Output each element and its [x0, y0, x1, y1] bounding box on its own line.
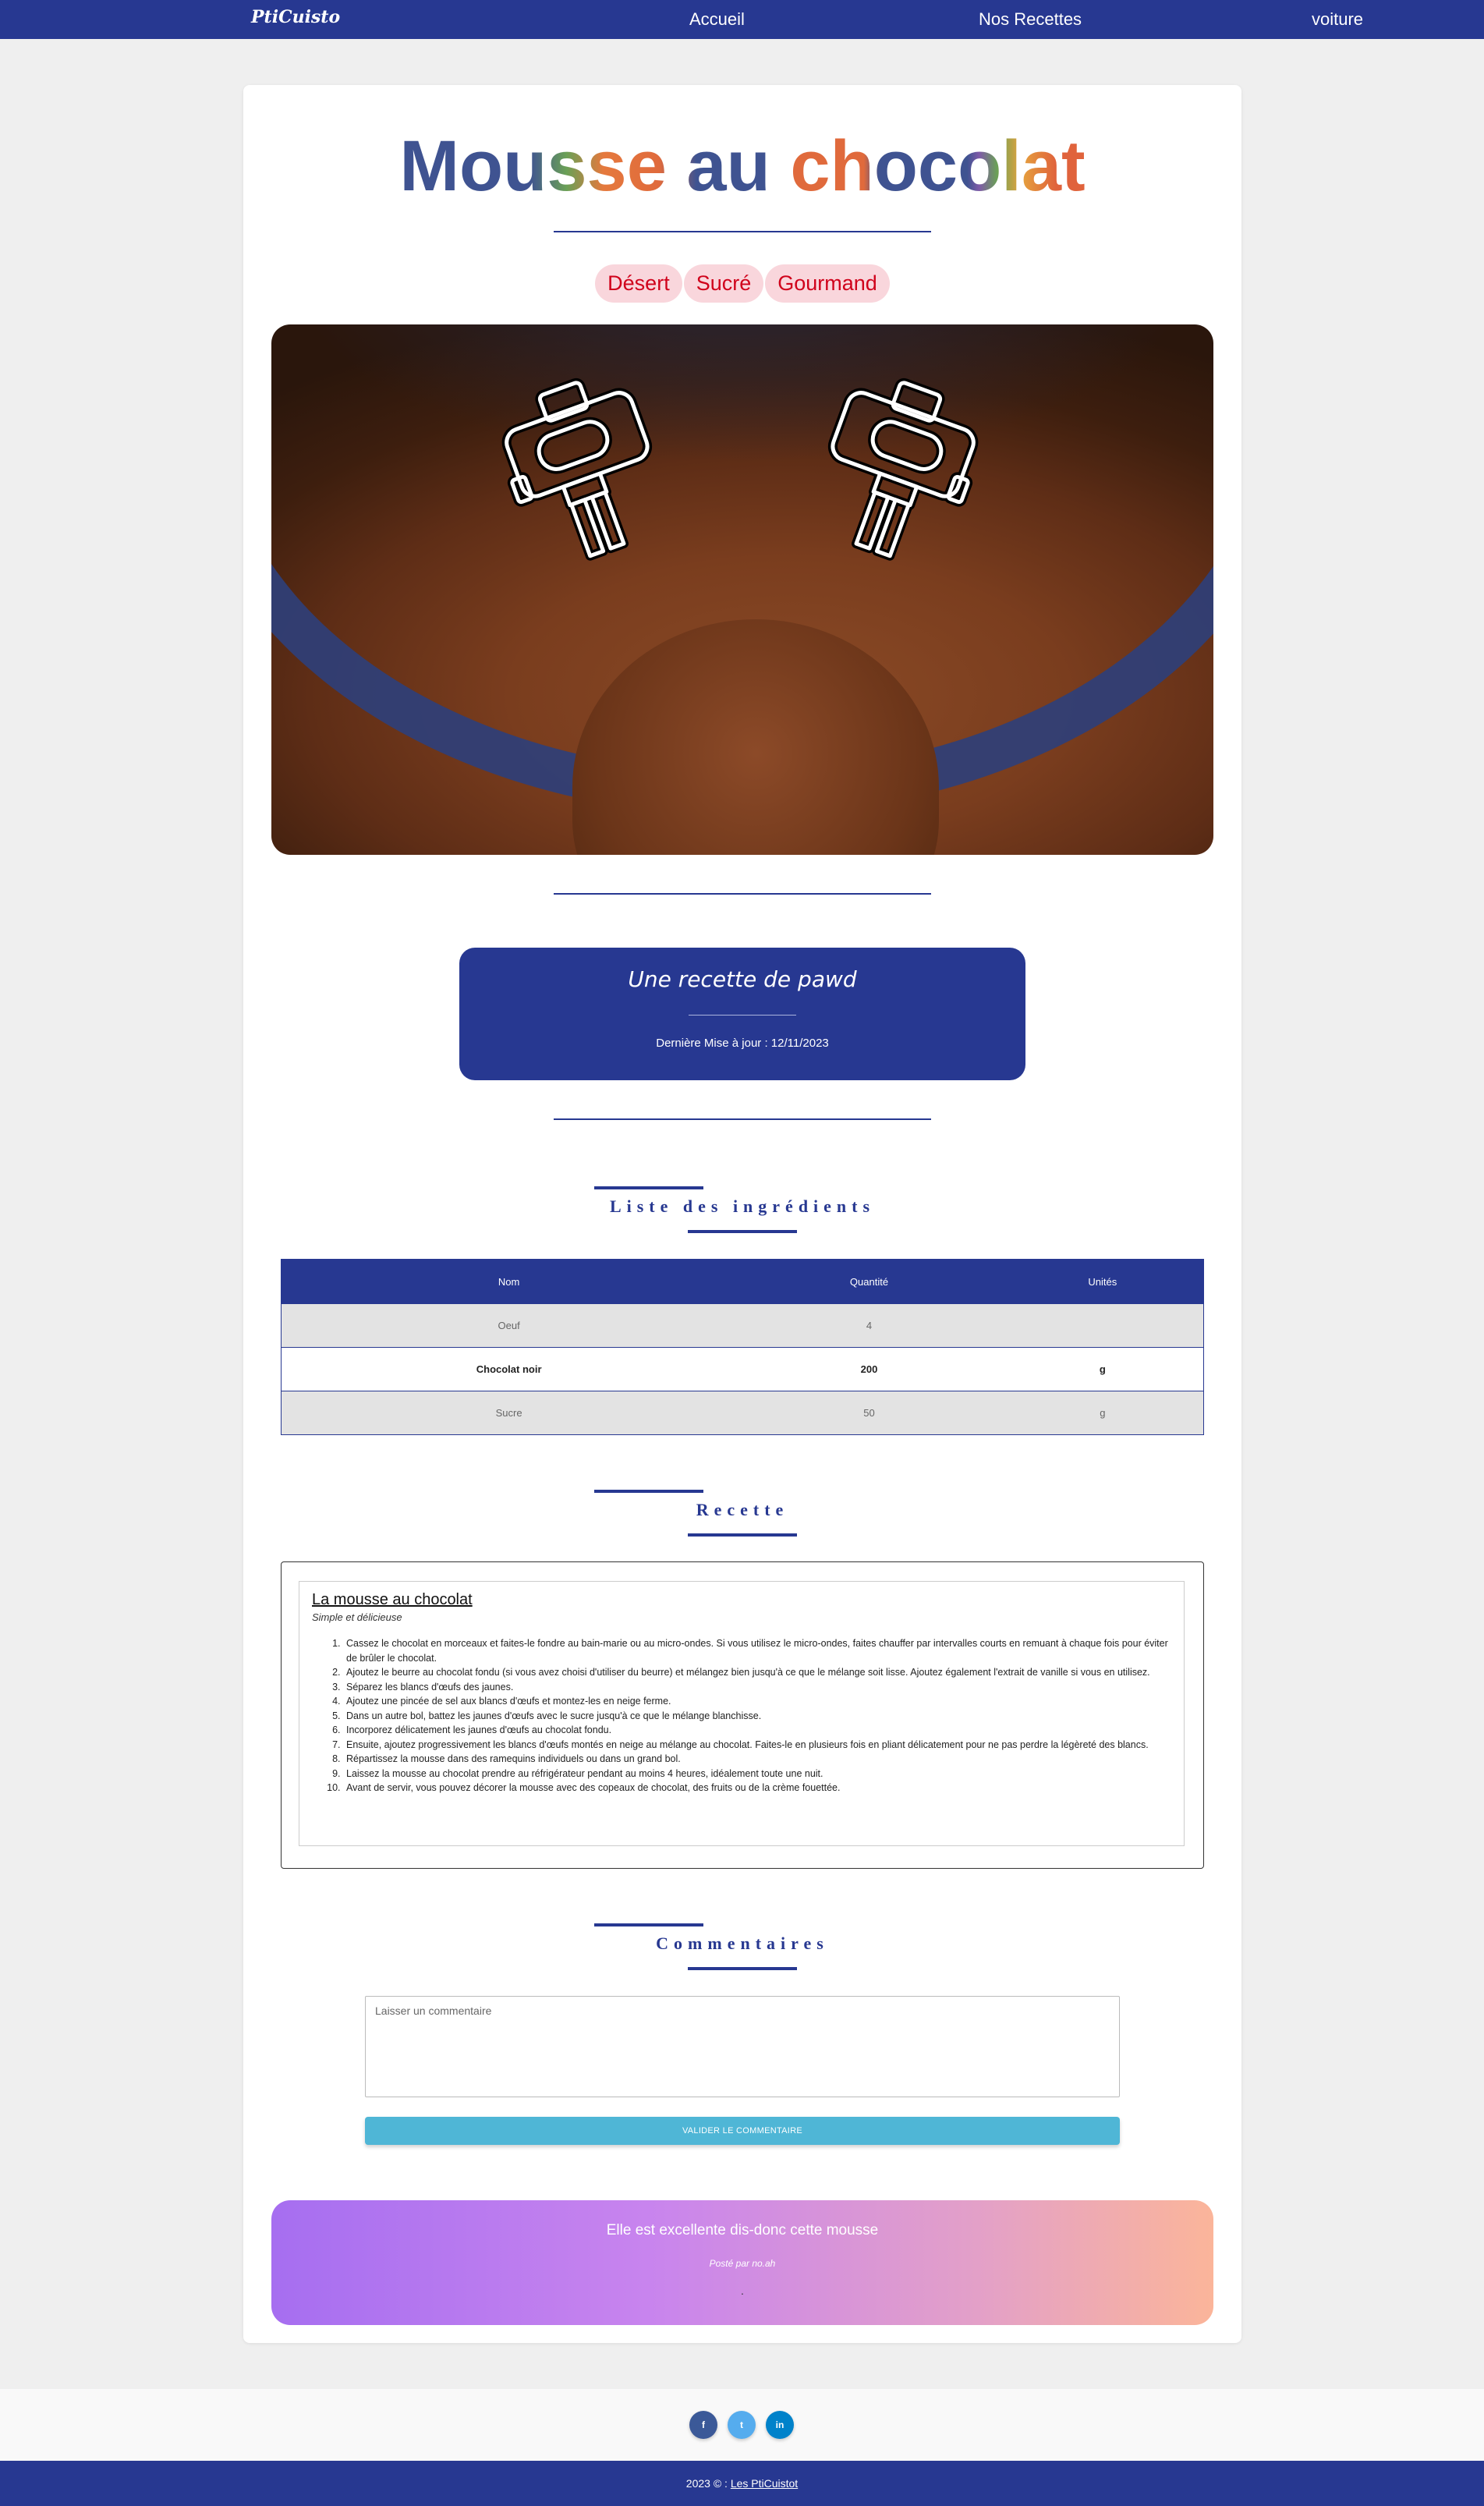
list-item: Dans un autre bol, battez les jaunes d'œ…	[343, 1709, 1170, 1724]
brand-logo[interactable]: PtiCuisto	[251, 7, 340, 27]
ingredient-name: Oeuf	[281, 1303, 737, 1348]
recipe-title-part2: chocolat	[790, 126, 1086, 206]
section-accent	[594, 1490, 703, 1493]
author-name: Une recette de pawd	[628, 966, 857, 992]
section-accent	[688, 1967, 797, 1970]
divider	[554, 231, 931, 232]
submit-comment-button[interactable]: VALIDER LE COMMENTAIRE	[365, 2117, 1120, 2145]
ingredient-quantity: 200	[736, 1347, 1002, 1391]
nav-link-nos-recettes[interactable]: Nos Recettes	[979, 9, 1082, 30]
table-header-row: Nom Quantité Unités	[281, 1259, 1204, 1304]
nav-link-accueil[interactable]: Accueil	[689, 9, 745, 30]
linkedin-icon[interactable]: in	[766, 2411, 794, 2439]
divider	[554, 893, 931, 895]
list-item: Ajoutez une pincée de sel aux blancs d'œ…	[343, 1694, 1170, 1709]
nav-link-voiture[interactable]: voiture	[1312, 9, 1363, 30]
footer: 2023 © : Les PtiCuistot	[0, 2461, 1484, 2506]
ingredient-name: Chocolat noir	[281, 1347, 737, 1391]
twitter-icon[interactable]: t	[728, 2411, 756, 2439]
recipe-hero-image	[271, 324, 1213, 855]
author-box: Une recette de pawd Dernière Mise à jour…	[459, 948, 1025, 1080]
recipe-instructions-box: La mousse au chocolat Simple et délicieu…	[281, 1561, 1204, 1869]
recipe-title-part1: Mousse au	[399, 126, 770, 206]
facebook-icon[interactable]: f	[689, 2411, 717, 2439]
section-accent	[594, 1186, 703, 1189]
list-item: Répartissez la mousse dans des ramequins…	[343, 1752, 1170, 1767]
list-item: Incorporez délicatement les jaunes d'œuf…	[343, 1723, 1170, 1738]
top-navbar: PtiCuisto Accueil Nos Recettes voiture	[0, 0, 1484, 39]
tag-sucre[interactable]: Sucré	[683, 264, 764, 303]
ingredient-quantity: 50	[736, 1391, 1002, 1435]
social-links: f t in	[0, 2389, 1484, 2461]
column-header-quantite: Quantité	[736, 1259, 1002, 1304]
ingredient-unit	[1001, 1303, 1204, 1348]
section-accent	[688, 1533, 797, 1537]
section-title-commentaires: Commentaires	[656, 1934, 829, 1953]
table-row: Sucre 50 g	[281, 1391, 1204, 1435]
comment-input[interactable]	[365, 1996, 1120, 2097]
ingredient-unit: g	[1001, 1391, 1204, 1435]
tag-gourmand[interactable]: Gourmand	[765, 264, 890, 303]
table-row: Oeuf 4	[281, 1303, 1204, 1348]
ingredient-name: Sucre	[281, 1391, 737, 1435]
copyright-text: 2023 © :	[685, 2477, 728, 2490]
comment-author: Posté par no.ah	[709, 2258, 776, 2269]
recipe-card: Mousse au chocolat Désert Sucré Gourmand	[243, 85, 1241, 2343]
ingredients-table: Nom Quantité Unités Oeuf 4 Chocolat noir…	[281, 1259, 1204, 1435]
ingredient-quantity: 4	[736, 1303, 1002, 1348]
footer-link[interactable]: Les PtiCuistot	[731, 2477, 798, 2490]
comment-text: Elle est excellente dis-donc cette mouss…	[606, 2222, 879, 2238]
divider	[689, 1015, 796, 1016]
divider	[554, 1118, 931, 1120]
list-item: Séparez les blancs d'œufs des jaunes.	[343, 1680, 1170, 1695]
recipe-instructions-content: La mousse au chocolat Simple et délicieu…	[299, 1581, 1185, 1846]
ingredient-unit: g	[1001, 1347, 1204, 1391]
hand-mixer-icon	[501, 377, 653, 561]
list-item: Avant de servir, vous pouvez décorer la …	[343, 1781, 1170, 1795]
instructions-steps: Cassez le chocolat en morceaux et faites…	[343, 1636, 1170, 1795]
instructions-heading: La mousse au chocolat	[312, 1591, 473, 1608]
table-row: Chocolat noir 200 g	[281, 1347, 1204, 1391]
section-title-recette: Recette	[696, 1500, 789, 1519]
list-item: Ajoutez le beurre au chocolat fondu (si …	[343, 1665, 1170, 1680]
list-item: Laissez la mousse au chocolat prendre au…	[343, 1767, 1170, 1781]
hand-mixer-icon	[827, 377, 979, 561]
instructions-subheading: Simple et délicieuse	[312, 1611, 402, 1623]
list-item: Cassez le chocolat en morceaux et faites…	[343, 1636, 1170, 1665]
recipe-title: Mousse au chocolat	[243, 126, 1241, 207]
last-updated: Dernière Mise à jour : 12/11/2023	[656, 1037, 829, 1050]
comment-item: Elle est excellente dis-donc cette mouss…	[271, 2200, 1213, 2325]
comment-extra: .	[741, 2284, 744, 2297]
column-header-nom: Nom	[281, 1259, 737, 1304]
column-header-unites: Unités	[1001, 1259, 1204, 1304]
section-title-ingredients: Liste des ingrédients	[609, 1196, 876, 1216]
list-item: Ensuite, ajoutez progressivement les bla…	[343, 1738, 1170, 1753]
section-accent	[594, 1923, 703, 1926]
tag-desert[interactable]: Désert	[595, 264, 682, 303]
section-accent	[688, 1230, 797, 1233]
tag-list: Désert Sucré Gourmand	[243, 264, 1241, 303]
